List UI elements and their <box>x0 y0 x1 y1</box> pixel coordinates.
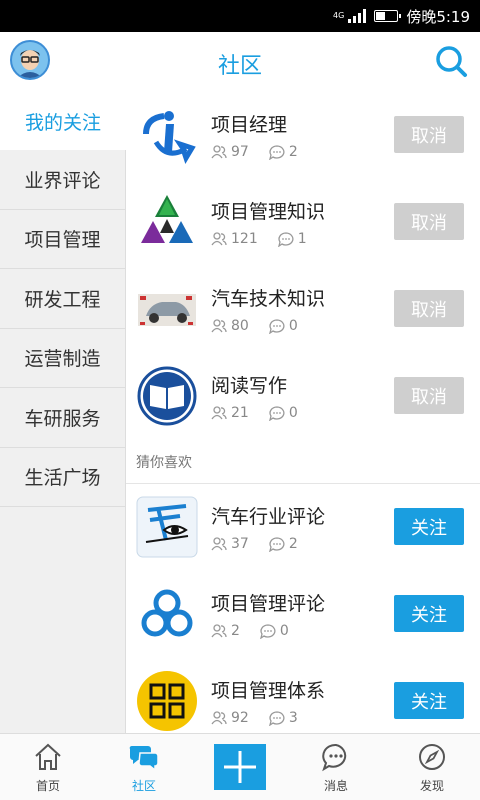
tab-home[interactable]: 首页 <box>0 734 96 800</box>
members-icon <box>211 232 227 246</box>
comment-icon <box>268 536 285 552</box>
car-review-logo-icon <box>136 496 198 558</box>
member-count: 21 <box>211 405 249 421</box>
sidebar-item-car-service[interactable]: 车研服务 <box>0 388 125 448</box>
sidebar-item-industry-review[interactable]: 业界评论 <box>0 150 125 210</box>
community-name: 阅读写作 <box>211 375 288 397</box>
grid-logo-icon <box>136 670 198 732</box>
comment-icon <box>260 623 276 639</box>
app-header: 社区 <box>0 32 480 92</box>
sidebar-item-label: 运营制造 <box>24 348 101 371</box>
tab-messages[interactable]: 消息 <box>288 734 384 800</box>
member-count: 121 <box>211 231 258 247</box>
community-name: 项目管理知识 <box>211 201 326 223</box>
tab-label: 发现 <box>419 779 444 793</box>
tab-label: 首页 <box>35 779 60 793</box>
page-title: 社区 <box>217 54 262 79</box>
status-time: 傍晚5:19 <box>406 7 470 26</box>
comment-icon <box>268 318 285 334</box>
unfollow-button[interactable]: 取消 <box>394 290 464 327</box>
community-name: 汽车技术知识 <box>211 288 326 310</box>
signal-icon <box>348 9 367 23</box>
search-icon[interactable] <box>434 44 468 78</box>
tab-label: 消息 <box>323 779 348 793</box>
car-parts-logo-icon <box>136 278 198 340</box>
members-icon <box>211 624 227 638</box>
member-count: 92 <box>211 710 249 726</box>
member-count: 97 <box>211 144 249 160</box>
category-sidebar: 我的关注 业界评论 项目管理 研发工程 运营制造 车研服务 生活广场 <box>0 92 126 733</box>
list-item[interactable]: 项目管理评论 2 0 关注 <box>126 571 480 658</box>
list-item[interactable]: 阅读写作 21 0 取消 <box>126 353 480 440</box>
post-count: 2 <box>268 144 298 160</box>
sidebar-item-rd-engineering[interactable]: 研发工程 <box>0 269 125 329</box>
post-count: 0 <box>268 405 298 421</box>
status-bar: 4G 傍晚5:19 <box>0 0 480 32</box>
list-item[interactable]: 汽车行业评论 37 2 关注 <box>126 484 480 571</box>
comment-icon <box>268 405 285 421</box>
battery-icon <box>374 10 402 22</box>
members-icon <box>211 319 227 333</box>
add-post-button[interactable] <box>214 744 266 790</box>
members-icon <box>211 145 227 159</box>
tab-community[interactable]: 社区 <box>96 734 192 800</box>
sidebar-item-label: 我的关注 <box>24 111 101 134</box>
comment-icon <box>268 710 285 726</box>
chat-bubbles-icon <box>129 745 159 772</box>
home-icon <box>35 743 61 770</box>
unfollow-button[interactable]: 取消 <box>394 203 464 240</box>
follow-button[interactable]: 关注 <box>394 595 464 632</box>
tab-discover[interactable]: 发现 <box>384 734 480 800</box>
tab-label: 社区 <box>131 779 156 793</box>
community-name: 项目管理评论 <box>211 593 326 615</box>
comment-icon <box>277 231 294 247</box>
sidebar-item-operations[interactable]: 运营制造 <box>0 329 125 388</box>
sidebar-item-label: 业界评论 <box>24 169 101 192</box>
book-logo-icon <box>136 365 198 427</box>
triangle-logo-icon <box>136 191 198 253</box>
member-count: 2 <box>211 623 240 639</box>
sidebar-item-life-plaza[interactable]: 生活广场 <box>0 448 125 507</box>
members-icon <box>211 406 227 420</box>
unfollow-button[interactable]: 取消 <box>394 377 464 414</box>
members-icon <box>211 537 227 551</box>
follow-button[interactable]: 关注 <box>394 682 464 719</box>
plus-icon <box>224 751 256 783</box>
community-name: 项目管理体系 <box>211 680 326 702</box>
member-count: 80 <box>211 318 249 334</box>
list-item[interactable]: 项目经理 97 2 取消 <box>126 92 480 179</box>
project-manager-logo-icon <box>136 104 198 166</box>
message-icon <box>322 743 347 772</box>
compass-icon <box>419 744 445 770</box>
post-count: 0 <box>268 318 298 334</box>
sidebar-item-label: 项目管理 <box>24 229 101 252</box>
sidebar-item-label: 车研服务 <box>24 407 101 430</box>
community-name: 汽车行业评论 <box>211 506 326 528</box>
post-count: 1 <box>277 231 307 247</box>
post-count: 0 <box>260 623 289 639</box>
sidebar-item-label: 生活广场 <box>24 467 101 490</box>
list-item[interactable]: 汽车技术知识 80 0 取消 <box>126 266 480 353</box>
post-count: 2 <box>268 536 298 552</box>
member-count: 37 <box>211 536 249 552</box>
post-count: 3 <box>268 710 298 726</box>
follow-button[interactable]: 关注 <box>394 508 464 545</box>
network-type: 4G <box>333 11 345 20</box>
members-icon <box>211 711 227 725</box>
triskelion-logo-icon <box>136 583 198 645</box>
community-list: 项目经理 97 2 取消 项目管理知识 121 1 取消 汽车技术知识 80 0… <box>126 92 480 733</box>
recommend-section-label: 猜你喜欢 <box>126 440 480 484</box>
list-item[interactable]: 项目管理体系 92 3 关注 <box>126 658 480 733</box>
sidebar-item-project-management[interactable]: 项目管理 <box>0 210 125 269</box>
unfollow-button[interactable]: 取消 <box>394 116 464 153</box>
list-item[interactable]: 项目管理知识 121 1 取消 <box>126 179 480 266</box>
comment-icon <box>268 144 285 160</box>
sidebar-item-my-follows[interactable]: 我的关注 <box>0 92 126 150</box>
community-name: 项目经理 <box>211 114 288 136</box>
sidebar-item-label: 研发工程 <box>24 288 101 311</box>
